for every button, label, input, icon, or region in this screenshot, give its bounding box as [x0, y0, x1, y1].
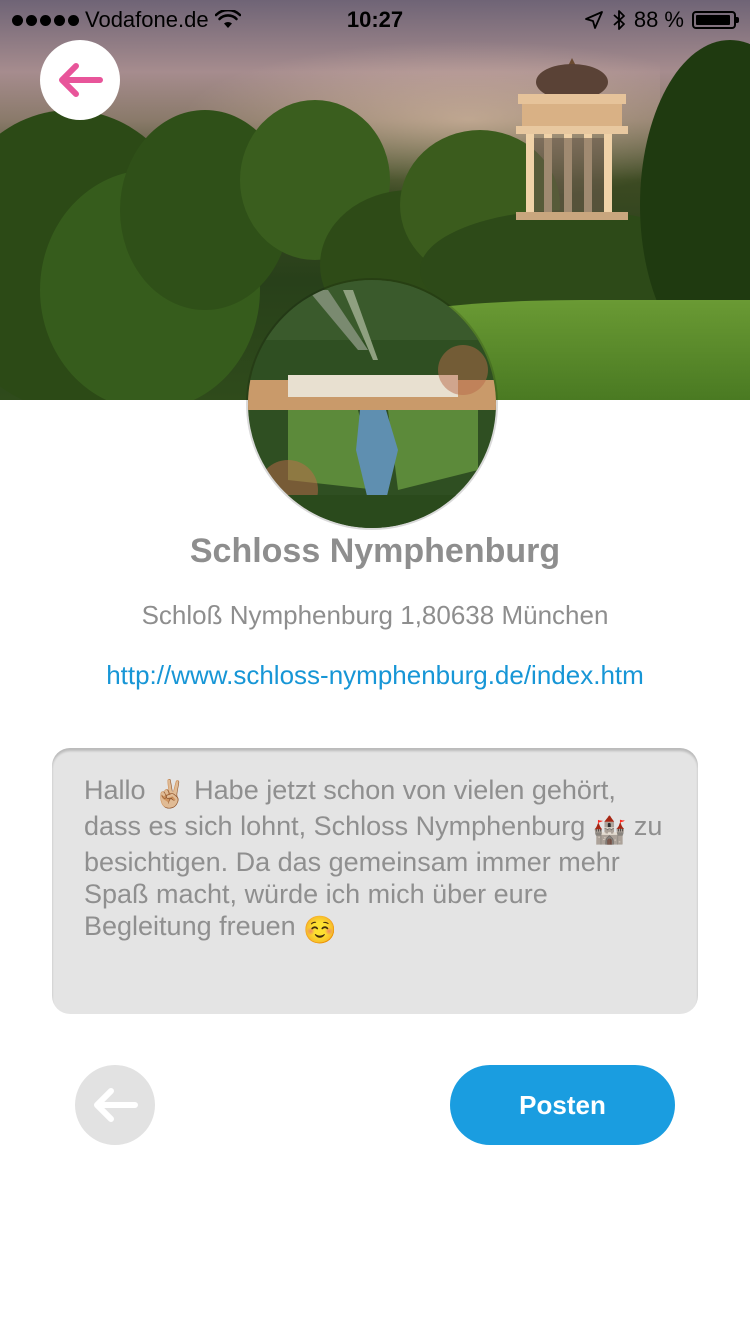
place-title: Schloss Nymphenburg: [189, 532, 561, 570]
place-address: Schloß Nymphenburg 1,80638 München: [141, 600, 609, 630]
place-website-link[interactable]: http://www.schloss-nymphenburg.de/index.…: [0, 660, 750, 691]
arrow-left-icon: [94, 1088, 138, 1122]
battery-percent: 88 %: [633, 7, 684, 32]
post-text-part: Hallo: [84, 775, 154, 805]
bluetooth-icon: [613, 10, 625, 30]
back-button-secondary[interactable]: [75, 1065, 155, 1145]
smile-emoji: ☺️: [303, 915, 337, 945]
temple-image: [516, 58, 628, 220]
aerial-image: [248, 280, 496, 528]
post-button[interactable]: Posten: [450, 1065, 675, 1145]
place-avatar: [248, 280, 496, 528]
battery-icon: [692, 11, 739, 29]
back-button[interactable]: [40, 40, 120, 120]
peace-emoji: ✌🏼: [153, 779, 187, 809]
castle-emoji: 🏰: [592, 815, 627, 845]
location-arrow-icon: [584, 11, 603, 29]
arrow-left-icon: [59, 63, 103, 97]
status-bar: Vodafone.de 10:27 88 %: [0, 0, 750, 40]
post-text-input[interactable]: Hallo ✌🏼 Habe jetzt schon von vielen geh…: [52, 748, 698, 1014]
status-right: 88 %: [584, 0, 739, 40]
